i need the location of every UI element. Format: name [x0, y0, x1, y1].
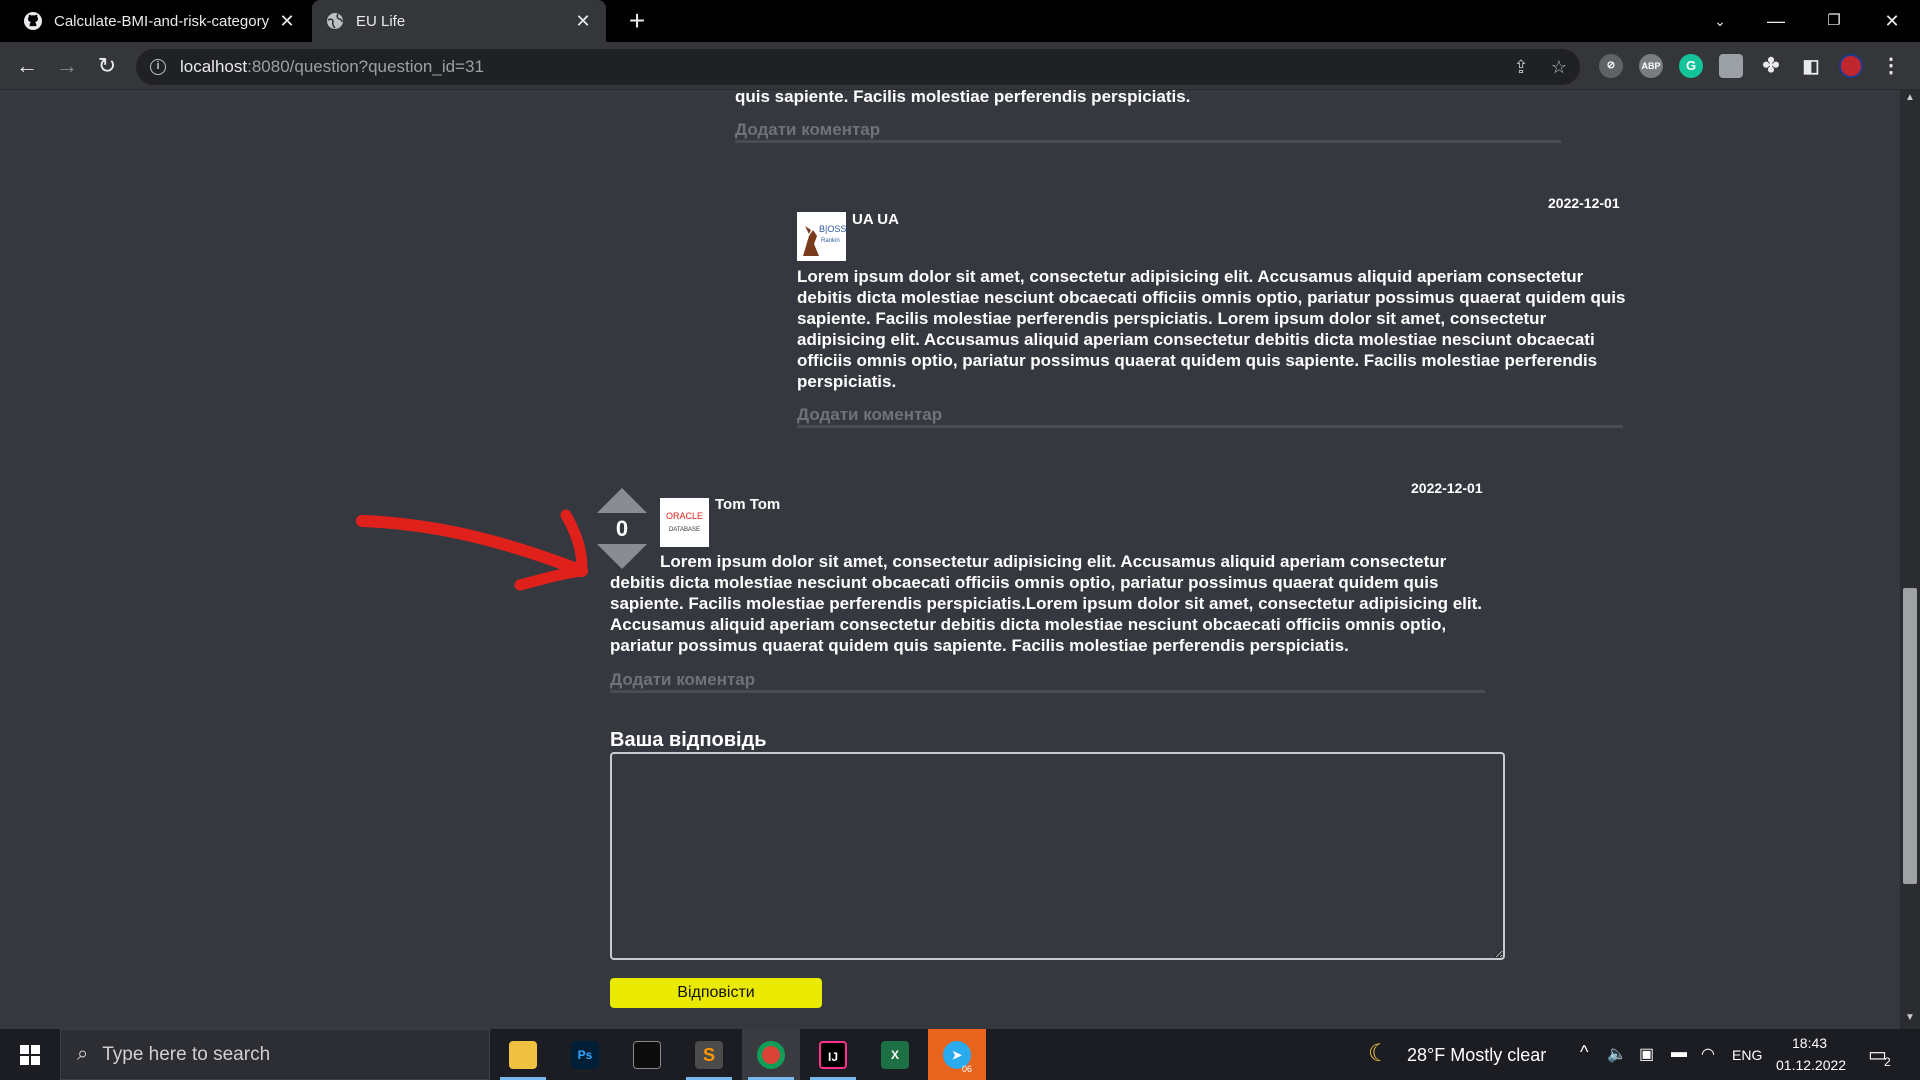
intellij-icon: IJ [819, 1040, 847, 1069]
adblock-icon[interactable]: ABP [1639, 54, 1663, 78]
comment-divider [610, 690, 1485, 693]
vote-up-icon[interactable] [597, 488, 647, 513]
clock-time[interactable]: 18:43 [1792, 1035, 1827, 1051]
weather-moon-icon: ☾ [1368, 1040, 1390, 1067]
submit-answer-button[interactable]: Відповісти [610, 978, 822, 1008]
svg-text:Rankin: Rankin [821, 238, 840, 244]
answer-author: Tom Tom [715, 496, 781, 513]
tab-search-icon[interactable]: ⌄ [1700, 0, 1740, 42]
answer-date: 2022-12-01 [1411, 480, 1483, 496]
tab-calculate-bmi[interactable]: Calculate-BMI-and-risk-category ✕ [10, 0, 310, 42]
scroll-down-icon[interactable]: ▼ [1900, 1012, 1920, 1023]
reload-icon[interactable]: ↻ [92, 51, 122, 81]
weather-text[interactable]: 28°F Mostly clear [1407, 1045, 1546, 1066]
scroll-up-icon[interactable]: ▲ [1900, 92, 1920, 103]
tray-chevron-icon[interactable]: ^ [1580, 1042, 1588, 1063]
close-window-icon[interactable]: ✕ [1872, 0, 1912, 42]
answer-text-fragment: quis sapiente. Facilis molestiae perfere… [735, 90, 1191, 106]
notification-count: 2 [1884, 1055, 1891, 1069]
svg-text:B|OSS: B|OSS [819, 224, 846, 234]
battery-icon[interactable]: ▬ [1671, 1044, 1687, 1062]
close-tab-icon[interactable]: ✕ [574, 11, 592, 32]
taskbar-sublime[interactable]: S [680, 1029, 738, 1080]
language-indicator[interactable]: ENG [1732, 1047, 1762, 1063]
tab-strip: Calculate-BMI-and-risk-category ✕ EU Lif… [0, 0, 1920, 42]
minimize-icon[interactable]: — [1756, 0, 1796, 42]
add-comment-link[interactable]: Додати коментар [735, 120, 880, 140]
add-comment-link[interactable]: Додати коментар [797, 405, 942, 425]
photoshop-icon: Ps [571, 1040, 599, 1069]
scroll-thumb[interactable] [1903, 588, 1917, 884]
taskbar-file-explorer[interactable] [494, 1029, 552, 1080]
answer-text: Lorem ipsum dolor sit amet, consectetur … [797, 267, 1626, 391]
avatar: B|OSS Rankin [797, 212, 846, 261]
browser-toolbar: ← → ↻ i localhost:8080/question?question… [0, 42, 1920, 90]
tab-title: Calculate-BMI-and-risk-category [54, 12, 270, 30]
display-icon[interactable]: ▣ [1639, 1044, 1654, 1064]
vote-count: 0 [615, 516, 629, 541]
folder-icon [509, 1040, 537, 1069]
tab-title: EU Life [356, 12, 406, 30]
taskbar-telegram[interactable]: ➤ 06 [928, 1029, 986, 1080]
answer-date: 2022-12-01 [1548, 195, 1620, 211]
windows-start-button[interactable] [0, 1029, 60, 1080]
menu-kebab-icon[interactable]: ⋮ [1879, 54, 1903, 78]
svg-text:DATABASE: DATABASE [669, 527, 700, 533]
extension-disabled-icon[interactable]: ⊘ [1599, 54, 1623, 78]
comment-divider [735, 140, 1561, 143]
clock-date[interactable]: 01.12.2022 [1776, 1057, 1846, 1073]
answer-text: Lorem ipsum dolor sit amet, consectetur … [610, 552, 1482, 655]
globe-icon [326, 12, 344, 30]
side-panel-icon[interactable]: ◧ [1799, 54, 1823, 78]
profile-avatar[interactable] [1839, 54, 1863, 78]
url-text[interactable]: localhost:8080/question?question_id=31 [180, 57, 484, 77]
windows-logo-icon [20, 1045, 40, 1065]
avatar: ORACLE DATABASE [660, 498, 709, 547]
terminal-icon [633, 1040, 661, 1069]
share-icon[interactable]: ⇪ [1511, 57, 1531, 77]
annotation-arrow [356, 509, 588, 591]
grammarly-icon[interactable]: G [1679, 54, 1703, 78]
volume-icon[interactable]: 🔈 [1607, 1044, 1627, 1064]
close-tab-icon[interactable]: ✕ [278, 11, 296, 32]
taskbar-photoshop[interactable]: Ps [556, 1029, 614, 1080]
taskbar-excel[interactable]: X [866, 1029, 924, 1080]
telegram-badge: 06 [961, 1064, 972, 1074]
taskbar-intellij[interactable]: IJ [804, 1029, 862, 1080]
wifi-icon[interactable]: ◠ [1701, 1044, 1715, 1064]
answer-author: UA UA [852, 211, 899, 228]
new-tab-button[interactable]: + [622, 6, 652, 36]
search-icon: ⌕ [77, 1043, 89, 1065]
github-icon [24, 12, 42, 30]
address-bar[interactable]: i localhost:8080/question?question_id=31… [136, 49, 1580, 85]
page-content: quis sapiente. Facilis molestiae perfere… [0, 90, 1900, 1029]
extension-puzzle-tile-icon[interactable] [1719, 54, 1743, 78]
add-comment-link[interactable]: Додати коментар [610, 670, 755, 690]
answer-textarea[interactable] [610, 752, 1505, 960]
extensions-puzzle-icon[interactable]: ✤ [1759, 54, 1783, 78]
chrome-icon [757, 1040, 785, 1069]
your-answer-label: Ваша відповідь [610, 729, 767, 751]
svg-text:ORACLE: ORACLE [666, 511, 703, 521]
taskbar-chrome[interactable] [742, 1029, 800, 1080]
windows-taskbar: ⌕ Type here to search Ps S IJ X ➤ 06 ☾ 2… [0, 1029, 1920, 1080]
tab-eu-life[interactable]: EU Life ✕ [312, 0, 606, 42]
sublime-icon: S [695, 1040, 723, 1069]
page-scrollbar[interactable]: ▲ ▼ [1900, 90, 1920, 1029]
forward-icon[interactable]: → [52, 51, 82, 81]
spreadsheet-icon: X [881, 1040, 909, 1069]
search-placeholder: Type here to search [102, 1043, 271, 1065]
restore-icon[interactable]: ❐ [1814, 0, 1854, 42]
site-info-icon[interactable]: i [150, 59, 166, 75]
bookmark-star-icon[interactable]: ☆ [1549, 57, 1569, 77]
taskbar-terminal[interactable] [618, 1029, 676, 1080]
back-icon[interactable]: ← [12, 51, 42, 81]
taskbar-search[interactable]: ⌕ Type here to search [60, 1029, 490, 1080]
comment-divider [797, 425, 1623, 428]
